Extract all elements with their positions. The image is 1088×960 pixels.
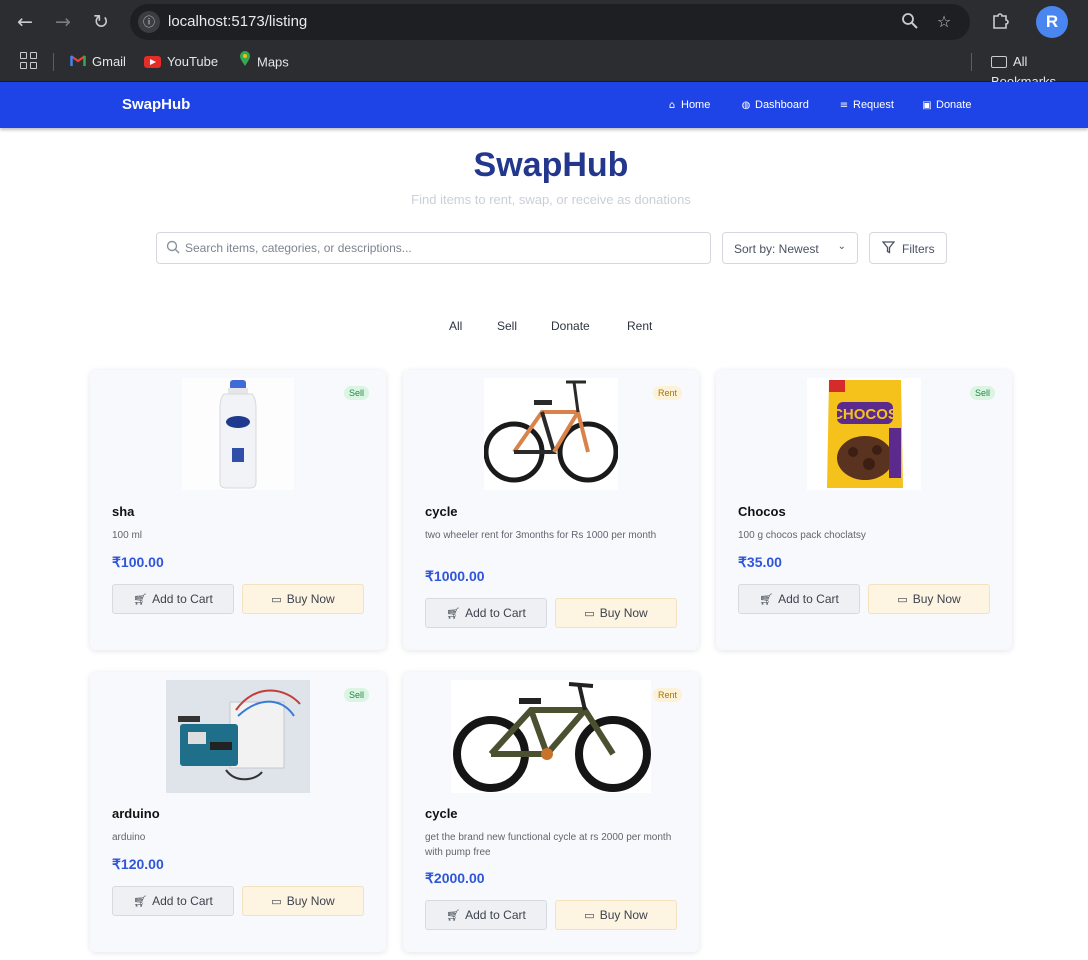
brand-logo[interactable]: SwapHub (122, 96, 190, 113)
filters-button[interactable]: Filters (869, 232, 947, 264)
chevron-down-icon: ⌄ (837, 241, 846, 252)
tab-sell[interactable]: Sell (497, 319, 517, 333)
bookmarks-divider (971, 53, 972, 71)
product-card[interactable]: CHOCOS Sell Chocos 100 g chocos pack cho… (716, 370, 1012, 650)
zoom-icon[interactable] (900, 12, 920, 32)
sort-value: Sort by: Newest (734, 242, 819, 256)
address-bar[interactable]: ⓘ localhost:5173/listing ☆ (130, 4, 970, 40)
status-badge: Sell (343, 688, 369, 702)
product-price: ₹100.00 (112, 554, 164, 570)
back-arrow-icon[interactable]: ← (12, 10, 38, 34)
gmail-icon (70, 53, 86, 73)
page-subtitle: Find items to rent, swap, or receive as … (411, 192, 691, 207)
credit-card-icon: ▭ (584, 607, 595, 620)
product-description: get the brand new functional cycle at rs… (425, 832, 672, 858)
gift-icon: ▣ (922, 100, 932, 111)
buy-now-button[interactable]: ▭ Buy Now (555, 900, 677, 930)
site-info-icon[interactable]: ⓘ (138, 11, 160, 33)
product-card[interactable]: Sell sha 100 ml ₹100.00 🛒︎ Add to Cart ▭ B… (90, 370, 386, 650)
product-price: ₹120.00 (112, 856, 164, 872)
add-to-cart-button[interactable]: 🛒︎ Add to Cart (425, 598, 547, 628)
search-bar[interactable] (156, 232, 711, 264)
tab-all[interactable]: All (449, 319, 462, 333)
tab-donate[interactable]: Donate (551, 319, 590, 333)
product-description: two wheeler rent for 3months for Rs 1000… (425, 530, 657, 541)
status-badge: Sell (343, 386, 369, 400)
bicycle-image (484, 378, 618, 490)
product-title: sha (112, 504, 135, 519)
product-card[interactable]: Rent cycle get the brand new functional … (403, 672, 699, 952)
cart-icon: 🛒︎ (759, 593, 774, 606)
list-icon: ≡ (839, 100, 849, 111)
product-card[interactable]: Sell arduino arduino ₹120.00 🛒︎ Add to Ca… (90, 672, 386, 952)
apps-grid-icon[interactable] (20, 52, 38, 70)
product-title: cycle (425, 504, 458, 519)
mountain-bike-image (451, 680, 651, 793)
url-text[interactable]: localhost:5173/listing (168, 13, 307, 30)
site-navbar: SwapHub ⌂ Home ◍ Dashboard ≡ Request ▣ Donat… (0, 82, 1088, 128)
product-price: ₹35.00 (738, 554, 782, 570)
svg-text:CHOCOS: CHOCOS (832, 406, 898, 423)
bookmarks-divider (53, 53, 54, 71)
page-title: SwapHub (473, 146, 629, 184)
arduino-board-image (166, 680, 310, 793)
profile-avatar[interactable]: R (1036, 6, 1068, 38)
product-description: 100 ml (112, 530, 143, 541)
status-badge: Rent (652, 688, 682, 702)
bookmark-youtube[interactable]: YouTube (144, 52, 218, 72)
credit-card-icon: ▭ (271, 895, 282, 908)
search-icon (166, 240, 182, 256)
credit-card-icon: ▭ (271, 593, 282, 606)
nav-dashboard[interactable]: ◍ Dashboard (740, 98, 809, 113)
buy-now-button[interactable]: ▭ Buy Now (555, 598, 677, 628)
product-title: Chocos (738, 504, 786, 519)
folder-icon (991, 55, 1007, 68)
filters-label: Filters (902, 242, 935, 256)
cart-icon: 🛒︎ (446, 909, 461, 922)
shampoo-bottle-image (182, 378, 294, 490)
nav-request[interactable]: ≡ Request (838, 98, 894, 113)
bookmark-maps[interactable]: Maps (239, 51, 289, 74)
youtube-icon (144, 55, 161, 68)
credit-card-icon: ▭ (897, 593, 908, 606)
product-card[interactable]: Rent cycle two wheeler rent for 3months … (403, 370, 699, 650)
buy-now-button[interactable]: ▭ Buy Now (242, 886, 364, 916)
product-description: arduino (112, 832, 146, 843)
star-bookmark-icon[interactable]: ☆ (934, 12, 954, 32)
filter-funnel-icon (881, 241, 896, 257)
product-price: ₹2000.00 (425, 870, 485, 886)
cart-icon: 🛒︎ (133, 593, 148, 606)
product-title: cycle (425, 806, 458, 821)
bookmarks-bar: Gmail YouTube Maps All Bookmarks (0, 44, 1088, 89)
add-to-cart-button[interactable]: 🛒︎ Add to Cart (112, 886, 234, 916)
tab-rent[interactable]: Rent (627, 319, 652, 333)
cart-icon: 🛒︎ (446, 607, 461, 620)
buy-now-button[interactable]: ▭ Buy Now (242, 584, 364, 614)
status-badge: Sell (969, 386, 995, 400)
home-icon: ⌂ (668, 100, 676, 111)
dashboard-icon: ◍ (741, 100, 751, 111)
browser-toolbar: ← → ↻ ⓘ localhost:5173/listing ☆ R (0, 0, 1088, 44)
product-title: arduino (112, 806, 160, 821)
product-description: 100 g chocos pack choclatsy (738, 530, 866, 541)
nav-home[interactable]: ⌂ Home (666, 98, 711, 113)
maps-icon (239, 51, 251, 74)
cart-icon: 🛒︎ (133, 895, 148, 908)
add-to-cart-button[interactable]: 🛒︎ Add to Cart (738, 584, 860, 614)
product-price: ₹1000.00 (425, 568, 485, 584)
search-input[interactable] (185, 234, 700, 262)
all-bookmarks-folder[interactable]: All Bookmarks (991, 52, 1088, 89)
chocos-pack-image: CHOCOS (807, 378, 921, 490)
reload-icon[interactable]: ↻ (88, 10, 114, 34)
add-to-cart-button[interactable]: 🛒︎ Add to Cart (425, 900, 547, 930)
sort-dropdown[interactable]: Sort by: Newest ⌄ (722, 232, 858, 264)
forward-arrow-icon[interactable]: → (50, 10, 76, 34)
buy-now-button[interactable]: ▭ Buy Now (868, 584, 990, 614)
extensions-puzzle-icon[interactable] (988, 10, 1012, 34)
credit-card-icon: ▭ (584, 909, 595, 922)
status-badge: Rent (652, 386, 682, 400)
bookmark-gmail[interactable]: Gmail (70, 52, 126, 72)
nav-donate[interactable]: ▣ Donate (921, 98, 971, 113)
add-to-cart-button[interactable]: 🛒︎ Add to Cart (112, 584, 234, 614)
